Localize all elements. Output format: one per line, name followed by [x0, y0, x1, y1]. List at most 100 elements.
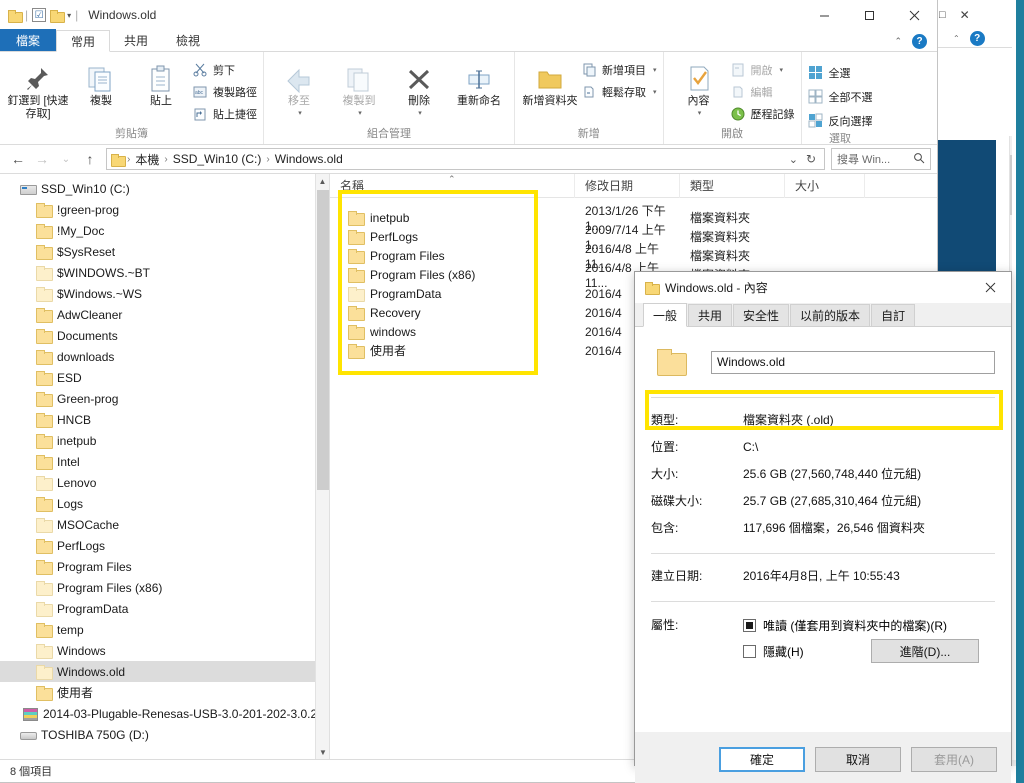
properties-chevron-down-icon[interactable]: ▾ [698, 110, 702, 118]
copy-to-chevron-down-icon[interactable]: ▾ [358, 110, 362, 118]
search-input[interactable]: 搜尋 Win... [831, 148, 931, 170]
tab-share[interactable]: 共用 [110, 29, 162, 51]
pin-to-quick-access-button[interactable]: 釘選到 [快速存取] [6, 55, 70, 120]
new-item-chevron-down-icon[interactable]: ▾ [653, 66, 657, 74]
collapse-ribbon-chevron-up-icon[interactable]: ⌃ [894, 36, 902, 47]
qat-customize-chevron-down-icon[interactable]: ▾ [67, 11, 71, 20]
move-to-button[interactable]: 移至 ▾ [270, 55, 328, 118]
tree-item-temp[interactable]: temp [0, 619, 329, 640]
invert-selection-button[interactable]: 反向選擇 [808, 111, 873, 130]
dialog-tab-customize[interactable]: 自訂 [871, 304, 916, 326]
navigation-scroll-down-arrow-icon[interactable]: ▼ [316, 745, 329, 759]
tree-item-my-doc[interactable]: !My_Doc [0, 220, 329, 241]
new-item-button[interactable]: 新增項目 ▾ [581, 60, 657, 79]
breadcrumb-item-this-pc[interactable]: 本機 [133, 151, 161, 168]
breadcrumb-separator-2[interactable]: › [266, 154, 269, 165]
new-folder-button[interactable]: 新增資料夾 [521, 55, 579, 108]
tree-item-msocache[interactable]: MSOCache [0, 514, 329, 535]
tree-item-windows-ws[interactable]: $Windows.~WS [0, 283, 329, 304]
tree-item-green-prog-2[interactable]: Green-prog [0, 388, 329, 409]
tree-item-hncb[interactable]: HNCB [0, 409, 329, 430]
tree-item-program-files[interactable]: Program Files [0, 556, 329, 577]
navigation-scrollbar[interactable]: ▲ ▼ [315, 174, 329, 759]
tree-item-green-prog[interactable]: !green-prog [0, 199, 329, 220]
tree-item-windows-old[interactable]: Windows.old [0, 661, 329, 682]
forward-button[interactable]: → [30, 147, 54, 171]
open-button[interactable]: 開啟 ▾ [730, 60, 795, 79]
breadcrumb-item-windows-old[interactable]: Windows.old [273, 152, 345, 166]
history-button[interactable]: 歷程記錄 [730, 104, 795, 123]
tree-item-toshiba-750g[interactable]: TOSHIBA 750G (D:) [0, 724, 329, 745]
properties-dialog[interactable]: Windows.old - 內容 一般 共用 安全性 以前的版本 自訂 Wind… [634, 271, 1012, 783]
navigation-scrollbar-thumb[interactable] [317, 190, 329, 490]
breadcrumb-item-drive[interactable]: SSD_Win10 (C:) [171, 152, 264, 166]
hidden-checkbox[interactable] [743, 644, 756, 658]
tree-item-usb-driver[interactable]: 2014-03-Plugable-Renesas-USB-3.0-201-202… [0, 703, 329, 724]
ok-button[interactable]: 確定 [719, 746, 805, 772]
column-header-type[interactable]: 類型 [680, 173, 785, 198]
background-help-icon[interactable]: ? [969, 31, 985, 46]
hidden-checkbox-row[interactable]: 隱藏(H) 進階(D)... [743, 638, 995, 664]
tree-item-downloads[interactable]: downloads [0, 346, 329, 367]
paste-shortcut-button[interactable]: 貼上捷徑 [192, 104, 257, 123]
copy-to-button[interactable]: 複製到 ▾ [330, 55, 388, 118]
tree-item-windows[interactable]: Windows [0, 640, 329, 661]
back-button[interactable]: ← [6, 147, 30, 171]
advanced-button[interactable]: 進階(D)... [871, 639, 979, 663]
apply-button[interactable]: 套用(A) [911, 746, 997, 772]
column-header-name[interactable]: 名稱 ⌃ [330, 173, 575, 198]
readonly-checkbox[interactable] [743, 618, 756, 632]
properties-button[interactable]: 內容 ▾ [670, 55, 728, 118]
column-header-date[interactable]: 修改日期 [575, 173, 680, 198]
select-none-button[interactable]: 全部不選 [808, 87, 873, 106]
delete-chevron-down-icon[interactable]: ▾ [418, 110, 422, 118]
background-close-icon[interactable]: ✕ [960, 8, 970, 22]
dialog-tab-sharing[interactable]: 共用 [688, 304, 733, 326]
background-chevron-up-icon[interactable]: ⌃ [953, 34, 960, 43]
copy-button[interactable]: 複製 [72, 55, 130, 108]
dialog-close-button[interactable] [969, 272, 1011, 303]
easy-access-button[interactable]: 輕鬆存取 ▾ [581, 82, 657, 101]
tree-item-inetpub[interactable]: inetpub [0, 430, 329, 451]
address-dropdown-chevron-down-icon[interactable]: ⌄ [789, 153, 798, 166]
cut-button[interactable]: 剪下 [192, 60, 257, 79]
qat-new-folder-icon[interactable] [50, 9, 66, 23]
tree-item-intel[interactable]: Intel [0, 451, 329, 472]
refresh-icon[interactable]: ↻ [806, 152, 816, 166]
move-to-chevron-down-icon[interactable]: ▾ [298, 110, 302, 118]
tree-item-ssd-win10[interactable]: SSD_Win10 (C:) [0, 178, 329, 199]
help-icon[interactable]: ? [912, 33, 927, 49]
paste-button[interactable]: 貼上 [132, 55, 190, 108]
dialog-tab-previous-versions[interactable]: 以前的版本 [790, 304, 871, 326]
select-all-button[interactable]: 全選 [808, 63, 873, 82]
breadcrumb-separator-0[interactable]: › [127, 154, 130, 165]
tree-item-program-files-x86[interactable]: Program Files (x86) [0, 577, 329, 598]
close-button[interactable] [892, 0, 937, 30]
minimize-button[interactable] [802, 0, 847, 30]
tab-view[interactable]: 檢視 [162, 29, 214, 51]
tree-item-documents[interactable]: Documents [0, 325, 329, 346]
up-button[interactable]: ↑ [78, 147, 102, 171]
delete-button[interactable]: 刪除 ▾ [390, 55, 448, 118]
column-header-size[interactable]: 大小 [785, 173, 865, 198]
background-maximize-icon[interactable]: □ [939, 9, 946, 21]
tree-item-adwcleaner[interactable]: AdwCleaner [0, 304, 329, 325]
dialog-tab-security[interactable]: 安全性 [733, 304, 790, 326]
open-chevron-down-icon[interactable]: ▾ [780, 66, 784, 74]
tree-item-esd[interactable]: ESD [0, 367, 329, 388]
navigation-pane[interactable]: SSD_Win10 (C:) !green-prog !My_Doc $SysR… [0, 174, 330, 759]
readonly-checkbox-row[interactable]: 唯讀 (僅套用到資料夾中的檔案)(R) [743, 612, 995, 638]
tab-home[interactable]: 常用 [56, 30, 111, 52]
breadcrumb-separator-1[interactable]: › [164, 154, 167, 165]
folder-name-input[interactable]: Windows.old [711, 350, 995, 374]
tree-item-logs[interactable]: Logs [0, 493, 329, 514]
tree-item-programdata[interactable]: ProgramData [0, 598, 329, 619]
tab-file[interactable]: 檔案 [0, 29, 57, 51]
rename-button[interactable]: 重新命名 [450, 55, 508, 108]
recent-locations-button[interactable]: ⌄ [54, 147, 78, 171]
breadcrumb[interactable]: › 本機 › SSD_Win10 (C:) › Windows.old ⌄ ↻ [106, 148, 825, 170]
dialog-tab-general[interactable]: 一般 [643, 303, 688, 327]
search-icon[interactable] [913, 152, 925, 167]
tree-item-sysreset[interactable]: $SysReset [0, 241, 329, 262]
edit-button[interactable]: 編輯 [730, 82, 795, 101]
